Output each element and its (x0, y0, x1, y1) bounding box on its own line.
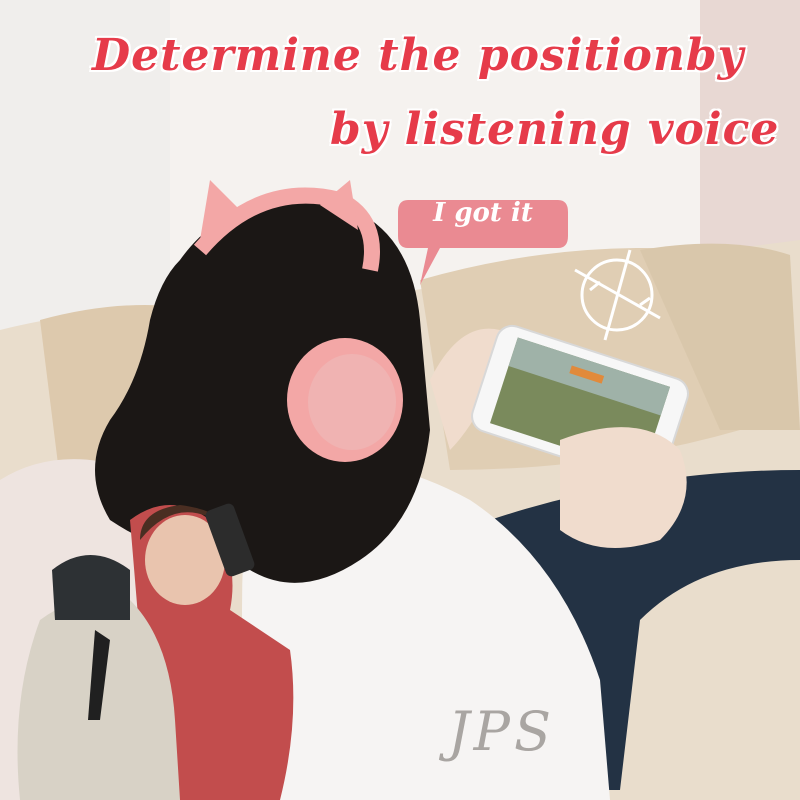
soldier-helmet (52, 555, 130, 620)
hand-right (560, 427, 687, 548)
watermark: JPS (448, 700, 555, 763)
headline-line-1: Determine the positionby (92, 30, 745, 81)
speech-bubble-text: I got it (433, 198, 533, 228)
headline-line-2: by listening voice (330, 104, 780, 155)
product-photo: Determine the positionby by listening vo… (0, 0, 800, 800)
